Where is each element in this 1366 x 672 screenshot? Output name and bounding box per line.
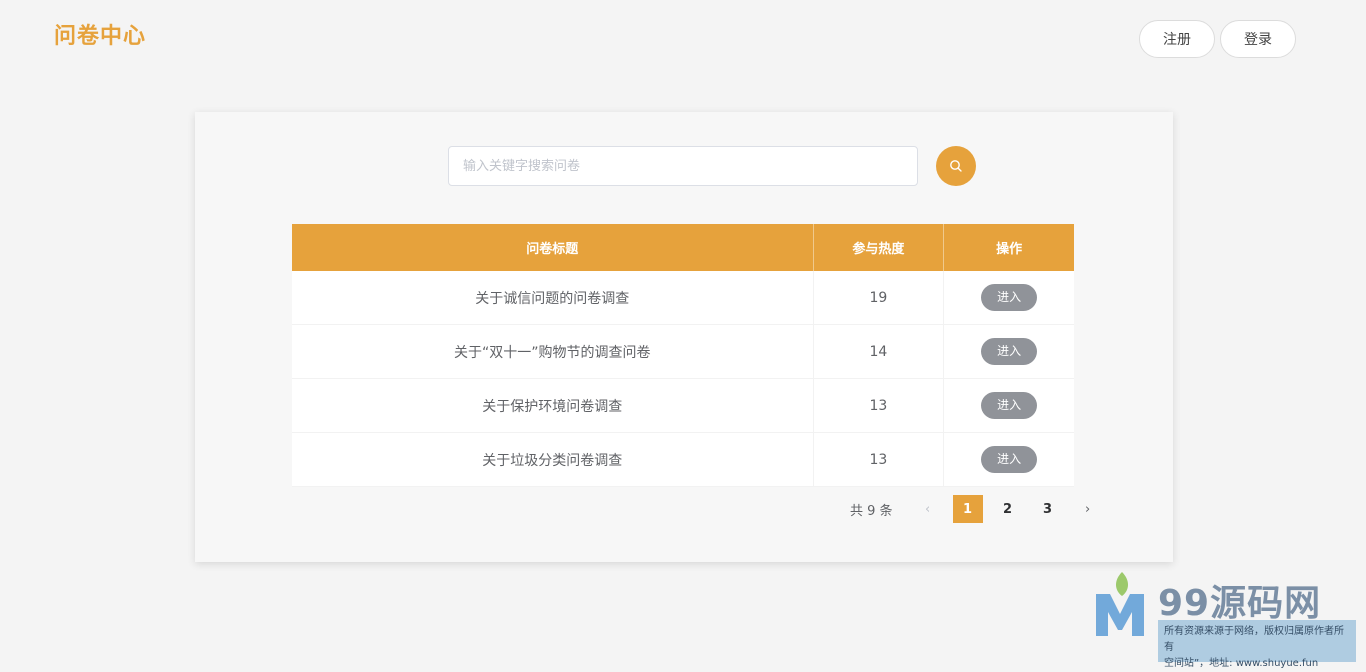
- survey-title: 关于垃圾分类问卷调查: [292, 432, 814, 487]
- table-header-row: 问卷标题 参与热度 操作: [292, 224, 1074, 271]
- register-button[interactable]: 注册: [1139, 20, 1215, 58]
- survey-heat: 19: [813, 271, 945, 325]
- column-header-action: 操作: [943, 224, 1074, 271]
- survey-table: 问卷标题 参与热度 操作 关于诚信问题的问卷调查 19 进入 关于“双十一”购物…: [292, 224, 1074, 487]
- watermark-notice-line1: 所有资源来源于网络，版权归属原作者所有: [1164, 626, 1344, 653]
- enter-button[interactable]: 进入: [981, 284, 1038, 311]
- action-cell: 进入: [943, 432, 1074, 487]
- page-1-button[interactable]: 1: [952, 495, 983, 523]
- survey-title: 关于保护环境问卷调查: [292, 378, 814, 433]
- survey-heat: 13: [813, 378, 945, 433]
- table-row: 关于垃圾分类问卷调查 13 进入: [292, 432, 1074, 487]
- action-cell: 进入: [943, 324, 1074, 379]
- table-row: 关于保护环境问卷调查 13 进入: [292, 378, 1074, 433]
- table-row: 关于诚信问题的问卷调查 19 进入: [292, 271, 1074, 325]
- login-button[interactable]: 登录: [1220, 20, 1296, 58]
- action-cell: 进入: [943, 271, 1074, 325]
- watermark-notice: 所有资源来源于网络，版权归属原作者所有 空间站”，地址: www.shuyue.…: [1158, 620, 1356, 669]
- survey-heat: 14: [813, 324, 945, 379]
- enter-button[interactable]: 进入: [981, 446, 1038, 473]
- enter-button[interactable]: 进入: [981, 338, 1038, 365]
- survey-title: 关于诚信问题的问卷调查: [292, 271, 814, 325]
- search-icon: [950, 160, 962, 172]
- enter-button[interactable]: 进入: [981, 392, 1038, 419]
- pagination-total: 共 9 条: [850, 503, 893, 519]
- watermark-notice-line2: 空间站”，地址: www.shuyue.fun: [1164, 658, 1319, 669]
- survey-list-card: 问卷标题 参与热度 操作 关于诚信问题的问卷调查 19 进入 关于“双十一”购物…: [195, 112, 1173, 562]
- column-header-heat: 参与热度: [813, 224, 945, 271]
- survey-title: 关于“双十一”购物节的调查问卷: [292, 324, 814, 379]
- column-header-title: 问卷标题: [292, 224, 814, 271]
- page-3-button[interactable]: 3: [1033, 495, 1063, 523]
- prev-page-button[interactable]: ‹: [913, 495, 943, 523]
- search-input[interactable]: [448, 146, 918, 186]
- pagination: 共 9 条 ‹ 1 2 3 ›: [850, 495, 1113, 523]
- action-cell: 进入: [943, 378, 1074, 433]
- page-2-button[interactable]: 2: [993, 495, 1023, 523]
- site-logo[interactable]: 问卷中心: [54, 18, 146, 50]
- search-button[interactable]: [936, 146, 976, 186]
- next-page-button[interactable]: ›: [1073, 495, 1103, 523]
- watermark-logo-icon: [1096, 572, 1144, 636]
- survey-heat: 13: [813, 432, 945, 487]
- table-row: 关于“双十一”购物节的调查问卷 14 进入: [292, 324, 1074, 379]
- watermark-brand: 99源码网: [1158, 583, 1322, 624]
